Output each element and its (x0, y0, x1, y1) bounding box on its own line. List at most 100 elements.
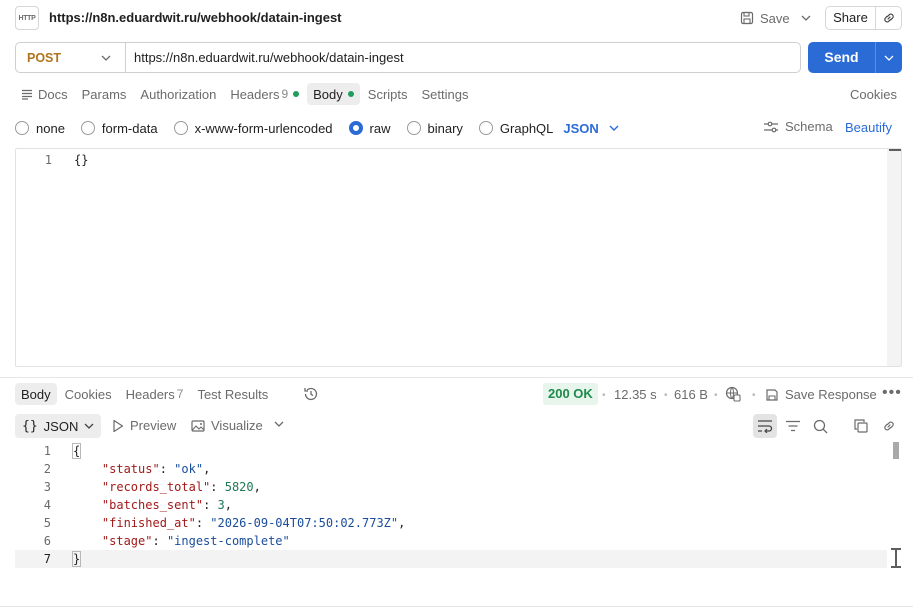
tab-authorization[interactable]: Authorization (134, 83, 222, 105)
status-badge[interactable]: 200 OK (543, 383, 598, 405)
preview-label: Preview (130, 418, 177, 433)
response-size[interactable]: 616 B (674, 387, 708, 402)
wrap-lines-button[interactable] (753, 414, 777, 438)
line-code: "batches_sent": 3, (101, 498, 232, 512)
beautify-button[interactable]: Beautify (845, 120, 892, 135)
radio-raw-label: raw (369, 120, 391, 136)
response-tab-cookies[interactable]: Cookies (59, 383, 118, 405)
network-globe-icon[interactable] (725, 386, 741, 405)
copy-icon (854, 419, 868, 433)
copy-link-button[interactable] (876, 11, 901, 25)
request-title[interactable]: https://n8n.eduardwit.ru/webhook/datain-… (49, 10, 342, 25)
response-body-viewer[interactable]: 1 { 2 "status": "ok", 3 "records_total":… (15, 442, 902, 570)
response-line: 3 "records_total": 5820, (15, 478, 887, 496)
http-request-icon: HTTP (15, 6, 39, 30)
scrollbar-thumb[interactable] (893, 442, 899, 459)
url-input[interactable] (126, 43, 800, 72)
body-indicator-dot (347, 91, 354, 97)
floppy-disk-icon (740, 11, 754, 25)
response-tab-test-results[interactable]: Test Results (191, 383, 274, 405)
request-body-editor[interactable]: 1 {} (15, 148, 902, 367)
json-brace: { (71, 443, 82, 459)
response-tab-body[interactable]: Body (15, 383, 57, 405)
send-button[interactable]: Send (808, 42, 876, 73)
search-icon (813, 419, 827, 433)
response-line: 1 { (15, 442, 887, 460)
visualize-button[interactable]: Visualize (191, 418, 263, 433)
radio-binary[interactable]: binary (406, 121, 463, 136)
braces-icon: {} (22, 418, 38, 434)
line-number: 3 (43, 480, 51, 494)
filter-icon (786, 420, 800, 432)
raw-format-label: JSON (563, 120, 599, 136)
tab-scripts[interactable]: Scripts (362, 83, 414, 105)
radio-form-data-label: form-data (101, 120, 158, 136)
response-tab-headers[interactable]: Headers 7 (120, 383, 190, 405)
tab-settings[interactable]: Settings (416, 83, 475, 105)
radio-urlencoded-label: x-www-form-urlencoded (194, 120, 333, 136)
method-select[interactable]: POST (16, 43, 126, 72)
tab-authorization-label: Authorization (140, 86, 217, 102)
tab-headers[interactable]: Headers 9 (224, 83, 305, 105)
radio-raw[interactable]: raw (348, 120, 391, 136)
save-response-button[interactable]: Save Response (765, 387, 877, 402)
chevron-down-icon (101, 55, 111, 61)
separator-dot: • (714, 390, 718, 401)
history-icon[interactable] (303, 386, 319, 405)
search-button[interactable] (808, 414, 832, 438)
link-icon (883, 13, 894, 23)
json-number-value: 3 (217, 498, 225, 512)
tab-docs[interactable]: Docs (15, 83, 74, 105)
preview-button[interactable]: Preview (112, 418, 176, 433)
raw-format-select[interactable]: JSON (563, 120, 619, 136)
copy-button[interactable] (849, 414, 873, 438)
visualize-dropdown[interactable] (274, 419, 284, 430)
tab-body-label: Body (313, 86, 343, 102)
headers-indicator-dot (293, 91, 300, 97)
response-tab-body-label: Body (21, 386, 51, 402)
radio-circle (406, 121, 421, 135)
pane-divider[interactable] (0, 377, 913, 378)
editor-scrollbar[interactable] (887, 149, 901, 366)
cookies-link[interactable]: Cookies (850, 87, 897, 102)
schema-button[interactable]: Schema (763, 119, 833, 134)
response-tab-cookies-label: Cookies (64, 386, 112, 402)
save-button[interactable]: Save (740, 7, 790, 29)
tab-body[interactable]: Body (307, 83, 360, 105)
response-time[interactable]: 12.35 s (614, 387, 657, 402)
visualize-label: Visualize (211, 418, 263, 433)
share-button-group: Share (825, 6, 902, 30)
radio-graphql[interactable]: GraphQL (478, 121, 553, 136)
scrollbar-thumb[interactable] (889, 149, 901, 151)
separator-dot: • (664, 390, 668, 401)
editor-line: 1 {} (16, 152, 89, 168)
send-button-group: Send (808, 42, 902, 73)
line-code: "status": "ok", (101, 462, 211, 476)
body-type-selector: none form-data x-www-form-urlencoded raw… (15, 119, 619, 137)
send-options-dropdown[interactable] (876, 55, 902, 61)
radio-circle (80, 121, 95, 135)
copy-link-button[interactable] (877, 414, 901, 438)
line-code: "records_total": 5820, (101, 480, 261, 494)
tab-params[interactable]: Params (76, 83, 133, 105)
line-number: 4 (43, 498, 51, 512)
radio-form-data[interactable]: form-data (80, 120, 158, 136)
response-format-select[interactable]: {} JSON (15, 414, 102, 438)
radio-none[interactable]: none (15, 121, 65, 136)
json-string-value: "ingest-complete" (166, 534, 290, 548)
share-button[interactable]: Share (826, 7, 876, 29)
tab-settings-label: Settings (421, 86, 469, 102)
chevron-down-icon (274, 421, 284, 427)
tab-params-label: Params (81, 86, 127, 102)
response-scrollbar[interactable] (891, 442, 901, 570)
play-icon (113, 419, 124, 432)
separator-dot: • (602, 390, 606, 401)
filter-button[interactable] (781, 414, 805, 438)
more-horizontal-icon[interactable]: ••• (882, 384, 902, 402)
link-icon (884, 421, 894, 431)
response-tabs: Body Cookies Headers 7 Test Results (15, 383, 276, 405)
save-options-dropdown[interactable] (798, 8, 814, 28)
response-format-label: JSON (43, 418, 79, 434)
tab-headers-label: Headers (230, 86, 280, 102)
radio-urlencoded[interactable]: x-www-form-urlencoded (173, 120, 333, 136)
